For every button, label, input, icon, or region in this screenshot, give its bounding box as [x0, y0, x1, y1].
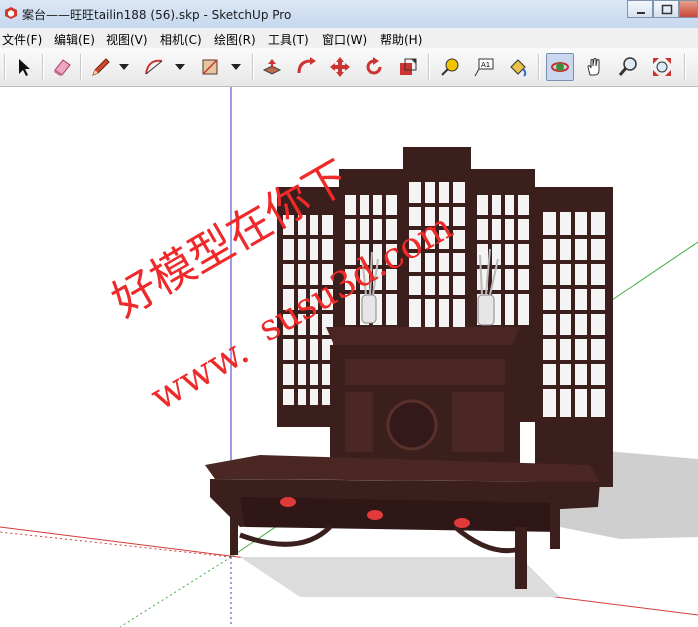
rectangle-tool-button[interactable]	[196, 53, 224, 81]
text-tool-button[interactable]: A1	[470, 53, 498, 81]
push-pull-icon	[262, 59, 282, 75]
arrow-cursor-icon	[19, 59, 30, 76]
window-title: 案台——旺旺tailin188 (56).skp - SketchUp Pro	[22, 8, 292, 22]
rectangle-icon	[202, 59, 218, 75]
close-button[interactable]	[679, 0, 698, 18]
orbit-icon	[551, 62, 569, 72]
toolbar-separator	[538, 54, 540, 80]
pan-tool-button[interactable]	[580, 53, 608, 81]
red-axis-dotted	[0, 531, 232, 558]
scale-tool-button[interactable]	[394, 53, 422, 81]
chevron-down-icon[interactable]	[174, 62, 186, 72]
menu-tools[interactable]: 工具(T)	[268, 31, 309, 48]
menu-window[interactable]: 窗口(W)	[322, 31, 367, 48]
select-tool-button[interactable]	[10, 53, 38, 81]
magnifier-icon	[618, 57, 637, 76]
follow-me-icon	[297, 57, 316, 74]
push-pull-tool-button[interactable]	[258, 53, 286, 81]
menu-file[interactable]: 文件(F)	[2, 31, 42, 48]
hand-icon	[587, 58, 600, 76]
paint-bucket-icon	[510, 59, 527, 77]
orbit-tool-button[interactable]	[546, 53, 574, 81]
toolbar-separator	[42, 54, 44, 80]
menu-help[interactable]: 帮助(H)	[380, 31, 422, 48]
drawing-viewport[interactable]: 好模型在你下 susu3d.com www.	[0, 87, 698, 627]
arc-icon	[145, 59, 163, 75]
menu-draw[interactable]: 绘图(R)	[214, 31, 256, 48]
maximize-icon	[661, 4, 673, 15]
toolbar-separator	[80, 54, 82, 80]
zoom-extents-tool-button[interactable]	[648, 53, 676, 81]
menu-edit[interactable]: 编辑(E)	[54, 31, 95, 48]
scale-icon	[400, 58, 417, 75]
main-toolbar: A1	[0, 48, 698, 87]
eraser-icon	[54, 59, 71, 76]
rotate-tool-button[interactable]	[360, 53, 388, 81]
zoom-extents-icon	[653, 58, 671, 76]
title-bar: 案台——旺旺tailin188 (56).skp - SketchUp Pro	[0, 0, 698, 29]
menu-view[interactable]: 视图(V)	[106, 31, 148, 48]
move-tool-button[interactable]	[326, 53, 354, 81]
minimize-button[interactable]	[627, 0, 653, 18]
green-axis-dotted	[119, 556, 232, 627]
move-arrows-icon	[330, 57, 350, 77]
model-scene	[0, 87, 698, 627]
paint-bucket-tool-button[interactable]	[504, 53, 532, 81]
chevron-down-icon[interactable]	[118, 62, 130, 72]
toolbar-separator	[428, 54, 430, 80]
arc-tool-button[interactable]	[140, 53, 168, 81]
chevron-down-icon[interactable]	[230, 62, 242, 72]
altar-cabinet	[326, 327, 520, 465]
sketchup-logo-icon	[5, 7, 17, 19]
eraser-tool-button[interactable]	[48, 53, 76, 81]
tape-measure-tool-button[interactable]	[436, 53, 464, 81]
model-shadow-table	[240, 557, 560, 597]
toolbar-separator	[4, 54, 6, 80]
toolbar-overflow-button[interactable]	[690, 53, 698, 81]
text-label-icon: A1	[474, 58, 494, 77]
zoom-tool-button[interactable]	[614, 53, 642, 81]
follow-me-tool-button[interactable]	[292, 53, 320, 81]
toolbar-separator	[252, 54, 254, 80]
menu-bar: 文件(F) 编辑(E) 视图(V) 相机(C) 绘图(R) 工具(T) 窗口(W…	[0, 28, 698, 48]
pencil-icon	[92, 58, 110, 76]
text-tool-label: A1	[481, 61, 490, 69]
rotate-icon	[366, 57, 382, 75]
maximize-button[interactable]	[653, 0, 679, 18]
toolbar-separator	[684, 54, 686, 80]
minimize-icon	[637, 12, 645, 14]
pencil-tool-button[interactable]	[86, 53, 114, 81]
tape-measure-icon	[441, 58, 459, 76]
menu-camera[interactable]: 相机(C)	[160, 31, 202, 48]
